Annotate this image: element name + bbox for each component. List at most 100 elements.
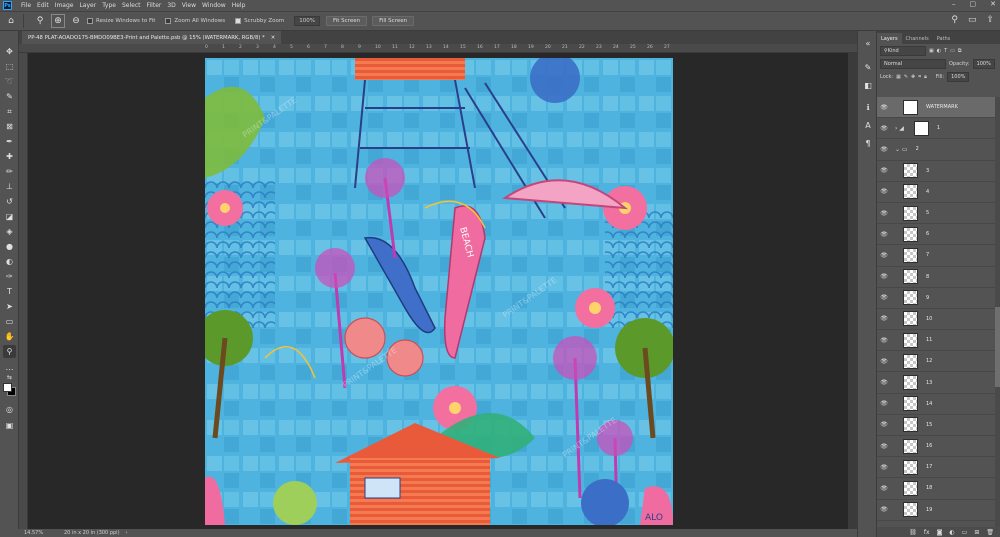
menu-item-layer[interactable]: Layer — [76, 2, 99, 9]
menu-item-filter[interactable]: Filter — [144, 2, 165, 9]
layer-row[interactable]: 👁︎ 13 — [877, 372, 1000, 394]
type-tool-icon[interactable]: T — [3, 285, 16, 298]
zoom-level[interactable]: 14.57% — [24, 530, 64, 536]
visibility-eye-icon[interactable]: 👁︎ — [877, 167, 891, 174]
layer-name[interactable]: 17 — [926, 464, 932, 470]
link-layers-icon[interactable]: ⛓ — [909, 529, 917, 536]
visibility-eye-icon[interactable]: 👁︎ — [877, 104, 891, 111]
quick-select-tool-icon[interactable]: ✎ — [3, 90, 16, 103]
layer-row[interactable]: 👁︎ ⌄ ▭ 2 — [877, 139, 1000, 161]
foreground-color-swatch[interactable] — [3, 383, 12, 392]
artwork-canvas[interactable]: BEACH ALO PRINT&PALETTE PRINT&PALETTE PR… — [205, 58, 673, 525]
new-group-icon[interactable]: ▭ — [962, 529, 968, 536]
visibility-eye-icon[interactable]: 👁︎ — [877, 125, 891, 132]
zoom-percent-field[interactable]: 100% — [294, 16, 320, 26]
clone-stamp-tool-icon[interactable]: ⊥ — [3, 180, 16, 193]
layer-row[interactable]: 👁︎ 5 — [877, 203, 1000, 225]
crop-tool-icon[interactable]: ⌗ — [3, 105, 16, 118]
hand-tool-icon[interactable]: ✋ — [3, 330, 16, 343]
visibility-eye-icon[interactable]: 👁︎ — [877, 358, 891, 365]
visibility-eye-icon[interactable]: 👁︎ — [877, 210, 891, 217]
layer-filter-select[interactable]: ⚲ Kind — [880, 45, 926, 56]
visibility-eye-icon[interactable]: 👁︎ — [877, 315, 891, 322]
layer-row[interactable]: 👁︎ 11 — [877, 330, 1000, 352]
visibility-eye-icon[interactable]: 👁︎ — [877, 337, 891, 344]
home-icon[interactable]: ⌂ — [4, 14, 18, 28]
layer-row[interactable]: 👁︎ 7 — [877, 245, 1000, 267]
layer-row[interactable]: 👁︎ 6 — [877, 224, 1000, 246]
fit-screen-button[interactable]: Fit Screen — [325, 16, 368, 26]
layer-name[interactable]: 6 — [926, 231, 929, 237]
share-icon[interactable]: ⇪ — [986, 15, 994, 25]
delete-layer-icon[interactable]: 🗑︎ — [986, 529, 994, 536]
canvas-area[interactable]: BEACH ALO PRINT&PALETTE PRINT&PALETTE PR… — [28, 53, 848, 529]
shape-tool-icon[interactable]: ▭ — [3, 315, 16, 328]
status-arrow-icon[interactable]: › — [126, 530, 128, 536]
layer-row[interactable]: 👁︎ 14 — [877, 394, 1000, 415]
layer-row[interactable]: 👁︎ 15 — [877, 415, 1000, 436]
layer-name[interactable]: 13 — [926, 380, 932, 386]
checkbox-box[interactable] — [165, 18, 172, 24]
layer-style-icon[interactable]: fx — [924, 529, 930, 536]
layer-row[interactable]: 👁︎ 8 — [877, 267, 1000, 288]
visibility-eye-icon[interactable]: 👁︎ — [877, 421, 891, 428]
layer-name[interactable]: 10 — [926, 316, 932, 322]
fill-screen-button[interactable]: Fill Screen — [372, 16, 415, 26]
layer-name[interactable]: 18 — [926, 485, 932, 491]
menu-item-image[interactable]: Image — [52, 2, 77, 9]
photoshop-logo-icon[interactable]: Ps — [3, 1, 12, 10]
layer-row[interactable]: 👁︎ 3 — [877, 161, 1000, 182]
menu-item-select[interactable]: Select — [119, 2, 144, 9]
layer-row[interactable]: 👁︎ 10 — [877, 309, 1000, 331]
visibility-eye-icon[interactable]: 👁︎ — [877, 400, 891, 407]
lock-all-icon[interactable]: 🔒︎ — [924, 74, 927, 80]
visibility-eye-icon[interactable]: 👁︎ — [877, 379, 891, 386]
visibility-eye-icon[interactable]: 👁︎ — [877, 252, 891, 259]
layer-name[interactable]: 9 — [926, 295, 929, 301]
tab-layers[interactable]: Layers — [877, 33, 902, 44]
layer-name[interactable]: 11 — [926, 337, 932, 343]
blur-tool-icon[interactable]: ● — [3, 240, 16, 253]
zoom-in-icon[interactable]: ⊕ — [51, 14, 65, 28]
lock-pixels-icon[interactable]: ▦ — [896, 74, 901, 80]
filter-adjustment-icon[interactable]: ◐ — [937, 48, 941, 54]
layer-row[interactable]: 👁︎ › ◢ 1 — [877, 118, 1000, 140]
close-tab-icon[interactable]: ✕ — [271, 35, 275, 41]
paint-bucket-tool-icon[interactable]: ◈ — [3, 225, 16, 238]
layer-name[interactable]: 12 — [926, 358, 932, 364]
layer-row[interactable]: 👁︎ 17 — [877, 457, 1000, 479]
layer-row[interactable]: 👁︎ 9 — [877, 288, 1000, 309]
quick-mask-icon[interactable]: ◎ — [3, 403, 16, 416]
layer-name[interactable]: 14 — [926, 401, 932, 407]
layer-row[interactable]: 👁︎ 19 — [877, 500, 1000, 521]
search-icon[interactable]: ⚲ — [951, 15, 958, 25]
layer-row[interactable]: 👁︎ WATERMARK — [877, 97, 1000, 119]
eraser-tool-icon[interactable]: ◪ — [3, 210, 16, 223]
layer-name[interactable]: 15 — [926, 422, 932, 428]
visibility-eye-icon[interactable]: 👁︎ — [877, 273, 891, 280]
adjustments-icon[interactable]: ◧ — [862, 79, 874, 91]
menu-item-type[interactable]: Type — [99, 2, 119, 9]
layer-name[interactable]: 16 — [926, 443, 932, 449]
fill-field[interactable]: 100% — [947, 71, 970, 82]
dodge-tool-icon[interactable]: ◐ — [3, 255, 16, 268]
menu-item-file[interactable]: File — [18, 2, 34, 9]
marquee-tool-icon[interactable]: ⬚ — [3, 60, 16, 73]
clipping-icon[interactable]: › ◢ — [895, 125, 904, 132]
checkbox-box[interactable] — [87, 18, 93, 24]
visibility-eye-icon[interactable]: 👁︎ — [877, 485, 891, 492]
path-select-tool-icon[interactable]: ➤ — [3, 300, 16, 313]
collapse-panels-icon[interactable]: « — [862, 37, 874, 49]
layer-name[interactable]: WATERMARK — [926, 104, 958, 110]
filter-shape-icon[interactable]: ▭ — [950, 48, 955, 54]
visibility-eye-icon[interactable]: 👁︎ — [877, 231, 891, 238]
checkbox-box[interactable] — [235, 18, 242, 24]
menu-item-view[interactable]: View — [179, 2, 199, 9]
layer-name[interactable]: 8 — [926, 274, 929, 280]
zoom-tool-preset-icon[interactable]: ⚲ — [33, 14, 47, 28]
zoom-all-windows-checkbox[interactable]: Zoom All Windows — [165, 18, 225, 24]
filter-smart-object-icon[interactable]: ⧉ — [958, 48, 962, 54]
visibility-eye-icon[interactable]: 👁︎ — [877, 506, 891, 513]
scrubby-zoom-checkbox[interactable]: Scrubby Zoom — [235, 18, 284, 24]
new-layer-icon[interactable]: ⊞ — [974, 529, 979, 536]
